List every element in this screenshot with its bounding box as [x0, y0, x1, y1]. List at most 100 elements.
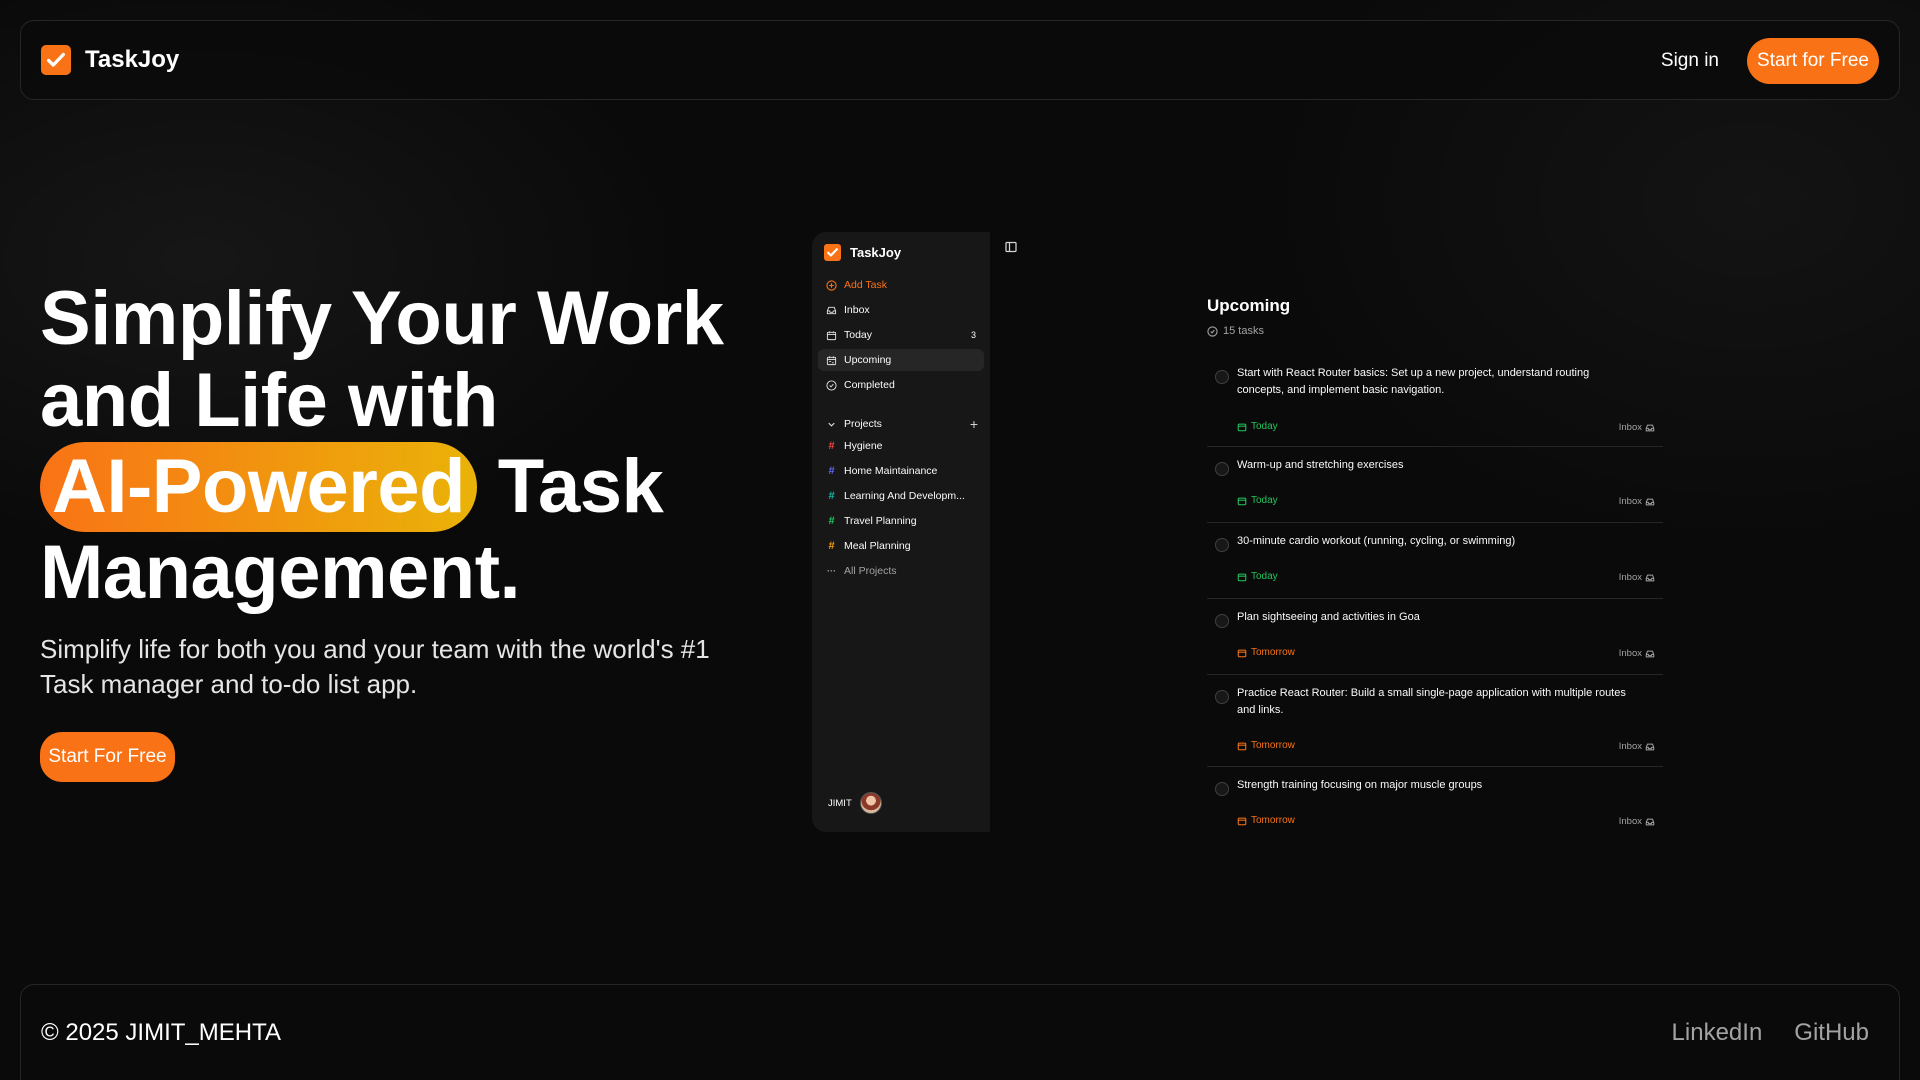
calendar-icon [1237, 497, 1247, 505]
sidebar-item-today[interactable]: Today 3 [818, 324, 984, 346]
footer-links: LinkedIn GitHub [1672, 1019, 1869, 1047]
project-label: Home Maintainance [844, 465, 938, 477]
hero-title-line3: AI-Powered Task [40, 442, 800, 532]
sign-in-link[interactable]: Sign in [1661, 50, 1719, 72]
projects-label: Projects [844, 418, 882, 430]
project-label: Learning And Developm... [844, 490, 965, 502]
inbox-icon [1645, 424, 1655, 431]
task-inbox-label: Inbox [1618, 496, 1642, 507]
task-item[interactable]: Strength training focusing on major musc… [1207, 777, 1663, 837]
sidebar-item-label: Completed [844, 379, 895, 391]
task-checkbox[interactable] [1215, 690, 1229, 704]
inbox-icon [826, 306, 837, 314]
sidebar-item-label: Today [844, 329, 873, 341]
sidebar-item-completed[interactable]: Completed [818, 374, 984, 396]
start-for-free-button[interactable]: Start for Free [1747, 38, 1879, 84]
hash-icon: # [828, 465, 835, 477]
task-inbox-label: Inbox [1618, 816, 1642, 827]
task-count: 15 tasks [1207, 325, 1264, 337]
ai-powered-highlight: AI-Powered [40, 442, 478, 532]
task-due-date: Today [1237, 495, 1278, 506]
all-projects-link[interactable]: ··· All Projects [818, 560, 984, 582]
calendar-icon [1237, 423, 1247, 431]
task-count-label: 15 tasks [1223, 325, 1264, 337]
project-item-home-maintainance[interactable]: # Home Maintainance [818, 460, 984, 482]
hero-title-line2: and Life with [40, 358, 498, 443]
task-inbox-label: Inbox [1618, 741, 1642, 752]
task-checkbox[interactable] [1215, 462, 1229, 476]
calendar-icon [1237, 817, 1247, 825]
preview-brand: TaskJoy [824, 244, 901, 261]
project-item-hygiene[interactable]: # Hygiene [818, 435, 984, 457]
task-text: Plan sightseeing and activities in Goa [1237, 611, 1420, 623]
sidebar-toggle-icon[interactable] [1005, 241, 1017, 253]
add-task-button[interactable]: Add Task [818, 274, 984, 296]
task-item[interactable]: Warm-up and stretching exercises Today I… [1207, 457, 1663, 523]
task-item[interactable]: Practice React Router: Build a small sin… [1207, 685, 1663, 767]
task-checkbox[interactable] [1215, 782, 1229, 796]
brand-logo[interactable]: TaskJoy [41, 45, 179, 75]
projects-header[interactable]: Projects + [818, 413, 984, 435]
inbox-icon [1645, 818, 1655, 825]
task-item[interactable]: Start with React Router basics: Set up a… [1207, 365, 1663, 447]
hero-title: Simplify Your Work and Life with AI-Powe… [40, 278, 800, 614]
sidebar-item-label: Upcoming [844, 354, 892, 366]
add-project-icon[interactable]: + [970, 416, 978, 432]
inbox-icon [1645, 574, 1655, 581]
task-checkbox[interactable] [1215, 370, 1229, 384]
hero-title-task-word: Task [497, 444, 664, 529]
upcoming-title: Upcoming [1207, 296, 1291, 315]
task-date-label: Tomorrow [1251, 815, 1295, 826]
task-item[interactable]: Plan sightseeing and activities in Goa T… [1207, 609, 1663, 675]
task-inbox-label: Inbox [1618, 422, 1642, 433]
task-checkbox[interactable] [1215, 614, 1229, 628]
check-logo-icon [41, 45, 71, 75]
task-date-label: Tomorrow [1251, 647, 1295, 658]
task-text: Strength training focusing on major musc… [1237, 779, 1483, 791]
linkedin-link[interactable]: LinkedIn [1672, 1019, 1763, 1047]
hero-title-line1: Simplify Your Work [40, 276, 724, 361]
chevron-down-icon [828, 422, 835, 427]
hash-icon: # [828, 440, 835, 452]
task-project: Inbox [1619, 648, 1655, 659]
project-item-meal-planning[interactable]: # Meal Planning [818, 535, 984, 557]
task-text: 30-minute cardio workout (running, cycli… [1237, 535, 1516, 547]
user-profile[interactable]: JIMIT [828, 792, 882, 814]
github-link[interactable]: GitHub [1794, 1019, 1869, 1047]
project-item-learning[interactable]: # Learning And Developm... [818, 485, 984, 507]
sidebar-item-upcoming[interactable]: Upcoming [818, 349, 984, 371]
hash-icon: # [828, 515, 835, 527]
preview-sidebar: TaskJoy Add Task Inbox Today 3 Upcoming … [812, 232, 990, 832]
preview-brand-name: TaskJoy [850, 245, 902, 260]
calendar-range-icon [826, 355, 837, 365]
inbox-icon [1645, 743, 1655, 750]
copyright-text: © 2025 JIMIT_MEHTA [41, 1019, 281, 1046]
project-item-travel-planning[interactable]: # Travel Planning [818, 510, 984, 532]
hero-subtitle: Simplify life for both you and your team… [40, 634, 710, 699]
avatar [859, 792, 882, 814]
check-circle-icon [1207, 325, 1218, 337]
calendar-icon [1237, 573, 1247, 581]
project-label: Hygiene [844, 440, 883, 452]
task-project: Inbox [1619, 496, 1655, 507]
calendar-icon [826, 330, 837, 340]
task-date-label: Today [1251, 421, 1278, 432]
project-label: Meal Planning [844, 540, 911, 552]
task-due-date: Today [1237, 571, 1278, 582]
task-project: Inbox [1619, 572, 1655, 583]
task-item[interactable]: 30-minute cardio workout (running, cycli… [1207, 533, 1663, 599]
sidebar-item-label: Inbox [844, 304, 870, 316]
user-name: JIMIT [828, 797, 852, 809]
task-date-label: Today [1251, 571, 1278, 582]
today-count-badge: 3 [970, 330, 976, 340]
task-due-date: Today [1237, 421, 1278, 432]
task-project: Inbox [1619, 741, 1655, 752]
sidebar-item-inbox[interactable]: Inbox [818, 299, 984, 321]
all-projects-label: All Projects [844, 565, 897, 577]
task-due-date: Tomorrow [1237, 815, 1295, 826]
hero-start-button[interactable]: Start For Free [40, 732, 175, 782]
task-checkbox[interactable] [1215, 538, 1229, 552]
site-footer: © 2025 JIMIT_MEHTA LinkedIn GitHub [20, 984, 1900, 1080]
check-circle-icon [826, 379, 837, 391]
brand-name: TaskJoy [85, 46, 180, 73]
